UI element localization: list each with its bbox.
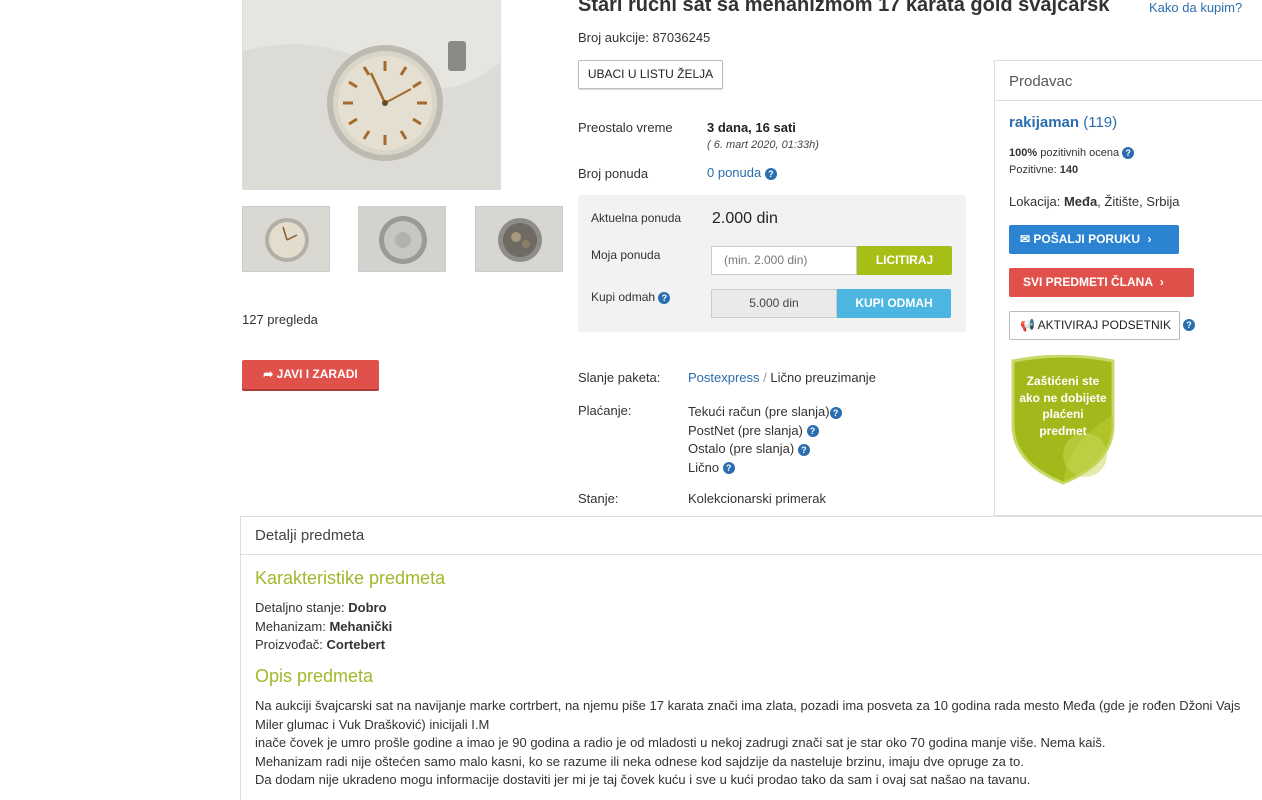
condition-value: Kolekcionarski primerak (688, 491, 826, 506)
payment-label: Plaćanje: (578, 403, 632, 418)
description-line: inače čovek je umro prošle godine a imao… (255, 735, 1106, 750)
payment-method: Tekući račun (pre slanja)? (688, 403, 842, 422)
thumbnail-2[interactable] (358, 206, 446, 272)
view-count: 127 pregleda (242, 312, 318, 327)
help-icon[interactable]: ? (764, 167, 777, 180)
seller-name[interactable]: rakijaman (119) (1009, 114, 1117, 131)
help-icon[interactable]: ? (658, 291, 671, 304)
my-bid-input[interactable]: (min. 2.000 din) (711, 246, 857, 275)
shipping-label: Slanje paketa: (578, 370, 661, 385)
seller-heading: Prodavac (995, 61, 1262, 101)
help-icon[interactable]: ? (797, 443, 810, 456)
auction-number: Broj aukcije: 87036245 (578, 30, 711, 45)
buyer-protection-badge: Zaštićeni ste ako ne dobijete plaćeni pr… (1009, 354, 1117, 485)
end-date: ( 6. mart 2020, 01:33h) (707, 139, 819, 151)
buy-now-label: Kupi odmah ? (591, 290, 671, 304)
description-text: Na aukciji švajcarski sat na navijanje m… (255, 697, 1255, 790)
bids-count[interactable]: 0 ponuda ? (707, 165, 777, 180)
condition-label: Stanje: (578, 491, 619, 506)
add-to-wishlist-button[interactable]: UBACI U LISTU ŽELJA (578, 60, 723, 89)
description-heading: Opis predmeta (255, 666, 374, 686)
thumbnail-1[interactable] (242, 206, 330, 272)
share-earn-button[interactable]: ➦ JAVI I ZARADI (242, 360, 379, 389)
seller-location: Lokacija: Međa, Žitište, Srbija (1009, 194, 1180, 209)
payment-methods: Tekući račun (pre slanja)? PostNet (pre … (688, 403, 842, 477)
description-line: Da dodam nije ukradeno mogu informacije … (255, 772, 1031, 787)
help-icon[interactable]: ? (722, 462, 735, 475)
help-icon[interactable]: ? (1122, 147, 1135, 160)
characteristics-list: Detaljno stanje: Dobro Mehanizam: Mehani… (255, 599, 392, 655)
buy-now-price: 5.000 din (711, 289, 837, 318)
time-remaining-label: Preostalo vreme (578, 120, 673, 135)
characteristic-row: Proizvođač: Cortebert (255, 637, 386, 652)
description-line: Mehanizam radi nije oštećen samo malo ka… (255, 753, 1024, 769)
badge-text: Zaštićeni ste ako ne dobijete plaćeni pr… (1019, 374, 1107, 438)
bid-button[interactable]: LICITIRAJ (857, 246, 952, 275)
my-bid-label: Moja ponuda (591, 248, 661, 262)
share-arrow-icon: ➦ (263, 367, 274, 381)
payment-method: PostNet (pre slanja) ? (688, 422, 842, 441)
how-to-buy-link[interactable]: Kako da kupim? (1149, 0, 1242, 15)
help-icon[interactable]: ? (806, 425, 819, 438)
bids-label: Broj ponuda (578, 166, 649, 181)
positive-count: Pozitivne: 140 (1009, 164, 1079, 176)
listing-title: Stari ručni sat sa mehanizmom 17 karata … (578, 0, 1110, 16)
current-bid-value: 2.000 din (712, 210, 778, 227)
thumbnail-3[interactable] (475, 206, 563, 272)
description-line: Na aukciji švajcarski sat na navijanje m… (255, 698, 1241, 713)
main-product-photo[interactable] (242, 0, 501, 190)
details-heading: Detalji predmeta (241, 517, 1262, 555)
chevron-right-icon: › (1147, 232, 1152, 246)
characteristic-row: Detaljno stanje: Dobro (255, 600, 387, 615)
help-icon[interactable]: ? (829, 406, 842, 419)
send-message-button[interactable]: ✉ POŠALJI PORUKU › (1009, 225, 1179, 254)
envelope-icon: ✉ (1020, 232, 1031, 246)
time-remaining-value: 3 dana, 16 sati (707, 120, 796, 135)
positive-rating: 100% pozitivnih ocena ? (1009, 147, 1135, 160)
payment-method: Ostalo (pre slanja) ? (688, 440, 842, 459)
payment-method: Lično ? (688, 459, 842, 478)
description-line: Miler glumac i Vuk Drašković) inicijali … (255, 716, 490, 732)
help-icon[interactable]: ? (1183, 319, 1195, 331)
shipping-options: Postexpress / Lično preuzimanje (688, 370, 876, 385)
chevron-right-icon: › (1159, 275, 1164, 289)
megaphone-icon: 📢 (1020, 318, 1035, 332)
buy-now-button[interactable]: KUPI ODMAH (837, 289, 951, 318)
all-items-button[interactable]: SVI PREDMETI ČLANA › (1009, 268, 1194, 297)
characteristic-row: Mehanizam: Mehanički (255, 618, 393, 634)
characteristics-heading: Karakteristike predmeta (255, 568, 446, 588)
current-bid-label: Aktuelna ponuda (591, 211, 682, 225)
activate-reminder-button[interactable]: 📢 AKTIVIRAJ PODSETNIK (1009, 311, 1180, 340)
